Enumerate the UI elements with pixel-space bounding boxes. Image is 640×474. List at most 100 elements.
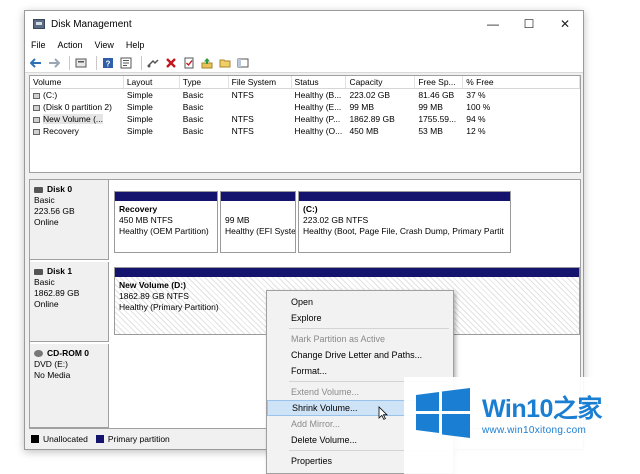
volume-icon: [33, 129, 40, 135]
legend-swatch-unallocated: [31, 435, 39, 443]
hard-disk-icon: [34, 268, 43, 275]
column-header-file-system[interactable]: File System: [229, 76, 292, 88]
menu-help[interactable]: Help: [126, 40, 145, 50]
volume-percent-free: 12 %: [466, 126, 486, 136]
column-header-layout[interactable]: Layout: [124, 76, 180, 88]
close-button[interactable]: ✕: [547, 11, 583, 37]
volume-name: (Disk 0 partition 2): [43, 102, 112, 112]
volume-status: Healthy (E...: [294, 102, 342, 112]
menu-file[interactable]: File: [31, 40, 46, 50]
disk-type: Basic: [34, 195, 55, 205]
column-header-status[interactable]: Status: [292, 76, 347, 88]
toolbar-separator: [69, 55, 70, 70]
volume-icon: [33, 117, 40, 123]
partition-name: Recovery: [119, 204, 158, 214]
table-row[interactable]: (C:) Simple Basic NTFS Healthy (B... 223…: [30, 89, 580, 101]
volume-layout: Simple: [126, 126, 153, 136]
folder-icon[interactable]: [218, 56, 232, 70]
volume-percent-free: 100 %: [466, 102, 491, 112]
forward-arrow-icon[interactable]: [47, 56, 61, 70]
partition-color-bar: [115, 192, 217, 201]
partition-name: New Volume (D:): [119, 280, 186, 290]
cdrom-0-label[interactable]: CD-ROM 0 DVD (E:) No Media: [30, 344, 109, 428]
partition-color-bar: [299, 192, 510, 201]
column-header-type[interactable]: Type: [180, 76, 229, 88]
volume-type: Basic: [182, 126, 204, 136]
volume-file-system: NTFS: [231, 90, 254, 100]
disk-1-label[interactable]: Disk 1 Basic 1862.89 GB Online: [30, 262, 109, 342]
disk-list-icon[interactable]: [74, 56, 88, 70]
column-header-free-space[interactable]: Free Sp...: [415, 76, 464, 88]
volume-type: Basic: [182, 102, 204, 112]
check-document-icon[interactable]: [182, 56, 196, 70]
volume-name: Recovery: [43, 126, 79, 136]
volume-percent-free: 37 %: [466, 90, 486, 100]
up-arrow-folder-icon[interactable]: [200, 56, 214, 70]
partition-size: 450 MB NTFS: [119, 215, 173, 225]
volume-icon: [33, 105, 40, 111]
partition-color-bar: [221, 192, 295, 201]
back-arrow-icon[interactable]: [29, 56, 43, 70]
connect-icon[interactable]: [146, 56, 160, 70]
watermark-url: www.win10xitong.com: [482, 425, 587, 436]
volume-file-system: NTFS: [231, 126, 254, 136]
menu-action[interactable]: Action: [58, 40, 83, 50]
disk-0-label[interactable]: Disk 0 Basic 223.56 GB Online: [30, 180, 109, 260]
volume-free-space: 1755.59...: [418, 114, 457, 124]
volume-name: (C:): [43, 90, 58, 100]
volume-file-system: NTFS: [231, 114, 254, 124]
disk-status: Online: [34, 299, 59, 309]
table-row[interactable]: (Disk 0 partition 2) Simple Basic Health…: [30, 101, 580, 113]
partition-recovery[interactable]: Recovery 450 MB NTFS Healthy (OEM Partit…: [114, 191, 218, 253]
view-panel-icon[interactable]: [236, 56, 250, 70]
help-icon[interactable]: ?: [101, 56, 115, 70]
svg-text:?: ?: [106, 59, 111, 68]
partition-status: Healthy (Boot, Page File, Crash Dump, Pr…: [303, 226, 504, 236]
watermark: Win10之家 www.win10xitong.com: [404, 377, 640, 474]
volume-capacity: 450 MB: [349, 126, 379, 136]
delete-icon[interactable]: [164, 56, 178, 70]
volume-layout: Simple: [126, 114, 153, 124]
table-row[interactable]: New Volume (... Simple Basic NTFS Health…: [30, 113, 580, 125]
volume-layout: Simple: [126, 102, 153, 112]
disk-type: Basic: [34, 277, 55, 287]
menu-item-explore[interactable]: Explore: [267, 310, 453, 326]
volume-type: Basic: [182, 114, 204, 124]
partition-size: 223.02 GB NTFS: [303, 215, 369, 225]
column-header-percent-free[interactable]: % Free: [463, 76, 581, 88]
column-header-volume[interactable]: Volume: [30, 76, 124, 88]
toolbar-separator: [141, 55, 142, 70]
column-header-capacity[interactable]: Capacity: [346, 76, 416, 88]
properties-icon[interactable]: [119, 56, 133, 70]
legend-label-unallocated: Unallocated: [43, 434, 88, 444]
partition-c-drive[interactable]: (C:) 223.02 GB NTFS Healthy (Boot, Page …: [298, 191, 511, 253]
volume-capacity: 99 MB: [349, 102, 375, 112]
menu-item-change-drive-letter[interactable]: Change Drive Letter and Paths...: [267, 347, 453, 363]
mouse-cursor-icon: [378, 406, 388, 420]
maximize-button[interactable]: ☐: [511, 11, 547, 37]
menu-view[interactable]: View: [95, 40, 114, 50]
table-row[interactable]: Recovery Simple Basic NTFS Healthy (O...…: [30, 125, 580, 137]
minimize-button[interactable]: —: [475, 11, 511, 37]
volume-layout: Simple: [126, 90, 153, 100]
cd-rom-icon: [34, 350, 43, 357]
menu-item-mark-active[interactable]: Mark Partition as Active: [267, 331, 453, 347]
volume-name: New Volume (...: [43, 114, 103, 124]
menu-item-open[interactable]: Open: [267, 294, 453, 310]
disk-name: CD-ROM 0: [47, 348, 90, 358]
legend-label-primary: Primary partition: [107, 434, 170, 444]
volume-free-space: 99 MB: [418, 102, 443, 112]
partition-status: Healthy (EFI Syste: [225, 226, 295, 236]
volume-type: Basic: [182, 90, 204, 100]
partition-efi[interactable]: 99 MB Healthy (EFI Syste: [220, 191, 296, 253]
volume-status: Healthy (O...: [294, 126, 343, 136]
menu-bar: File Action View Help: [25, 37, 583, 53]
disk-status: Online: [34, 217, 59, 227]
table-header: Volume Layout Type File System Status Ca…: [30, 76, 581, 89]
volume-list-table: Volume Layout Type File System Status Ca…: [29, 75, 581, 173]
toolbar-separator: [96, 55, 97, 70]
volume-status: Healthy (B...: [294, 90, 342, 100]
volume-status: Healthy (P...: [294, 114, 341, 124]
disk-0-row: Disk 0 Basic 223.56 GB Online Recovery 4…: [30, 180, 580, 260]
volume-capacity: 1862.89 GB: [349, 114, 395, 124]
